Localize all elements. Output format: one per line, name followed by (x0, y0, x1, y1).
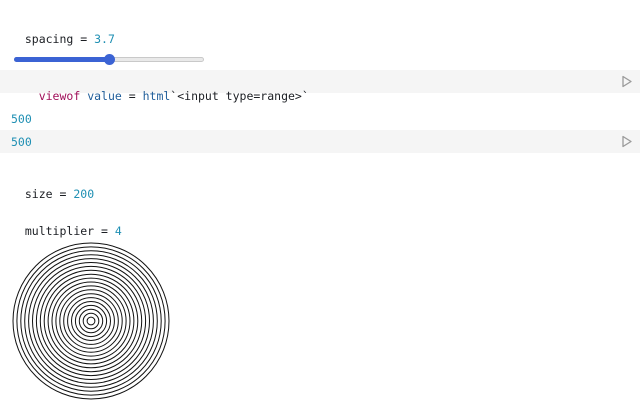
play-icon[interactable] (621, 135, 633, 148)
viewof-op: = (121, 89, 143, 103)
multiplier-op: = (94, 224, 115, 238)
size-value: 200 (73, 187, 95, 201)
value-output: 500 (11, 112, 32, 126)
circle-ring (47, 277, 135, 365)
viewof-tag: html (142, 89, 171, 103)
slider-thumb[interactable] (103, 54, 115, 65)
circle-ring (59, 289, 123, 353)
size-cell: size = 200 (11, 173, 94, 201)
value-code-output: 500 (11, 135, 32, 149)
multiplier-cell: multiplier = 4 (11, 210, 122, 238)
circle-ring (67, 297, 115, 345)
multiplier-name: multiplier (24, 224, 95, 238)
multiplier-value: 4 (114, 224, 122, 238)
circle-ring (16, 246, 166, 396)
spacing-cell: spacing = 3.7 (11, 18, 115, 46)
viewof-template: `<input type=range>` (170, 89, 309, 103)
circle-ring (35, 265, 147, 377)
viewof-variable: value (87, 89, 122, 103)
circle-ring (32, 262, 150, 380)
size-name: size (24, 187, 53, 201)
viewof-code-cell[interactable]: viewof value = html`<input type=range>` (0, 70, 640, 103)
circle-ring (82, 312, 100, 330)
viewof-keyword: viewof (38, 89, 81, 103)
spacing-op: = (73, 32, 95, 46)
slider-fill (14, 57, 109, 62)
value-code-cell[interactable]: 500 (0, 130, 640, 153)
spacing-value: 3.7 (94, 32, 115, 46)
circle-ring (20, 250, 162, 392)
size-op: = (52, 187, 74, 201)
circle-ring (71, 301, 111, 341)
circle-ring (74, 304, 108, 338)
circle-ring (86, 316, 96, 326)
play-icon[interactable] (621, 75, 633, 88)
concentric-circles-graphic (12, 242, 170, 400)
circle-ring (43, 273, 139, 369)
spacing-name: spacing (24, 32, 74, 46)
circle-ring (55, 285, 127, 357)
circle-ring (28, 258, 154, 384)
